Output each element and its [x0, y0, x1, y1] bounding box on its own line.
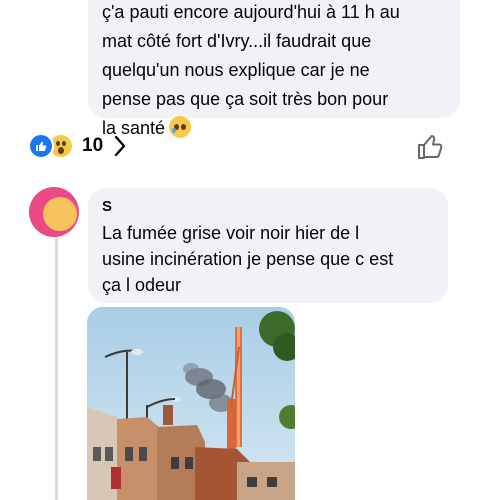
comment-author[interactable]: S	[102, 198, 434, 216]
comment-1-text: ç'a pauti encore aujourd'hui à 11 h au m…	[102, 0, 446, 143]
comment-2-line: ça l odeur	[102, 275, 182, 295]
avatar[interactable]	[29, 187, 79, 237]
comment-1-line: quelqu'un nous explique car je ne	[102, 60, 370, 80]
comment-2-line: La fumée grise voir noir hier de l	[102, 223, 360, 243]
comment-1-line: la santé	[102, 114, 446, 143]
comment-bubble-2[interactable]: S La fumée grise voir noir hier de l usi…	[88, 188, 448, 303]
reactions-summary[interactable]: 10	[28, 133, 127, 159]
smoke-over-crane-photo[interactable]	[87, 307, 295, 500]
comment-bubble-1[interactable]: ç'a pauti encore aujourd'hui à 11 h au m…	[88, 0, 460, 138]
comment-1-line: mat côté fort d'Ivry...il faudrait que	[102, 31, 372, 51]
comment-2-text: La fumée grise voir noir hier de l usine…	[102, 220, 434, 298]
like-reaction-icon	[28, 133, 54, 159]
comment-2-line: usine incinération je pense que c est	[102, 249, 394, 269]
reply-thread-line	[55, 232, 58, 500]
avatar-blur	[43, 197, 77, 231]
chevron-right-icon[interactable]	[113, 135, 127, 157]
like-button-icon[interactable]	[416, 133, 444, 161]
comment-1-line: pense pas que ça soit très bon pour	[102, 89, 389, 109]
comment-1-line: ç'a pauti encore aujourd'hui à 11 h au	[102, 2, 400, 22]
reaction-count: 10	[82, 135, 104, 156]
sad-tear-face-icon	[169, 116, 192, 138]
